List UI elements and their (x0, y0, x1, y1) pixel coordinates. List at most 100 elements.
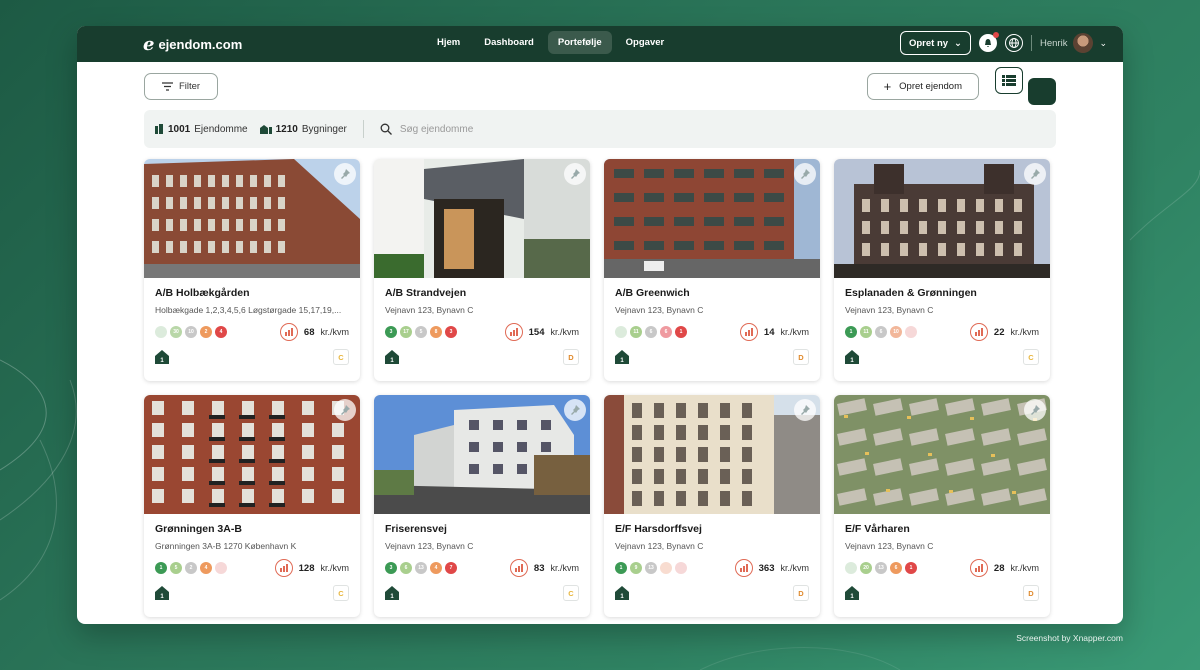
list-view-button[interactable] (995, 67, 1023, 94)
main-nav: Hjem Dashboard Portefølje Opgaver (427, 31, 674, 54)
status-dot: 11 (860, 326, 872, 338)
status-dot: 10 (890, 326, 902, 338)
house-icon: 1 (845, 586, 859, 600)
pin-icon[interactable] (334, 163, 356, 185)
property-card[interactable]: A/B Holbækgården Holbækgade 1,2,3,4,5,6 … (144, 159, 360, 381)
pin-icon[interactable] (564, 163, 586, 185)
house-icon: 1 (385, 586, 399, 600)
bar-chart-icon (969, 559, 988, 577)
property-card[interactable]: A/B Greenwich Vejnavn 123, Bynavn C 11 6 6… (604, 159, 820, 381)
property-title: Esplanaden & Grønningen (845, 287, 977, 299)
status-dot (845, 562, 857, 574)
pin-icon[interactable] (334, 399, 356, 421)
property-title: A/B Strandvejen (385, 287, 467, 299)
avatar (1073, 33, 1094, 53)
create-property-button[interactable]: + Opret ejendom (866, 72, 979, 100)
property-photo (374, 159, 590, 278)
property-address: Vejnavn 123, Bynavn C (385, 305, 474, 315)
globe-icon[interactable] (1005, 34, 1023, 52)
property-card[interactable]: E/F Vårharen Vejnavn 123, Bynavn C 20 13 6… (834, 395, 1050, 617)
energy-grade-badge: D (793, 585, 809, 601)
user-menu[interactable]: Henrik ⌄ (1040, 33, 1107, 53)
property-card[interactable]: Esplanaden & Grønningen Vejnavn 123, Byn… (834, 159, 1050, 381)
pin-icon[interactable] (1024, 399, 1046, 421)
logo-text: ejendom.com (158, 36, 243, 52)
logo[interactable]: e ejendom.com (143, 34, 242, 55)
bar-chart-icon (504, 323, 523, 341)
property-title: Grønningen 3A-B (155, 523, 242, 535)
price-unit: kr./kvm (550, 327, 580, 337)
tab-portefolje[interactable]: Portefølje (547, 31, 612, 54)
energy-grade-badge: D (793, 349, 809, 365)
price-per-sqm: 28 kr./kvm (969, 559, 1039, 577)
property-address: Grønningen 3A-B 1270 København K (155, 541, 297, 551)
bar-chart-icon (734, 559, 753, 577)
search-placeholder: Søg ejendomme (399, 123, 474, 135)
status-dot: 10 (185, 326, 197, 338)
price-per-sqm: 22 kr./kvm (969, 323, 1039, 341)
status-dot: 3 (385, 562, 397, 574)
status-dot: 4 (215, 326, 227, 338)
pin-icon[interactable] (794, 399, 816, 421)
status-dot: 8 (430, 326, 442, 338)
tab-hjem[interactable]: Hjem (427, 31, 470, 54)
card-footer: 1 D (615, 349, 809, 365)
grid-view-button[interactable] (589, 78, 1056, 105)
card-body: E/F Vårharen Vejnavn 123, Bynavn C 20 13 6… (834, 514, 1050, 601)
status-dot: 6 (400, 562, 412, 574)
property-address: Vejnavn 123, Bynavn C (845, 305, 934, 315)
pin-icon[interactable] (564, 399, 586, 421)
status-dots: 1 11 6 10 (845, 326, 917, 338)
property-metrics: 3 17 5 8 3 154 kr./kvm (385, 323, 579, 341)
status-dot: 4 (200, 562, 212, 574)
pin-icon[interactable] (794, 163, 816, 185)
app-window: e ejendom.com Hjem Dashboard Portefølje … (77, 26, 1123, 624)
pin-icon[interactable] (1024, 163, 1046, 185)
bar-chart-icon (279, 323, 298, 341)
property-card[interactable]: Grønningen 3A-B Grønningen 3A-B 1270 Køb… (144, 395, 360, 617)
property-card[interactable]: Friserensvej Vejnavn 123, Bynavn C 3 6 13 4… (374, 395, 590, 617)
bell-icon[interactable] (979, 32, 999, 52)
logo-mark: e (143, 33, 155, 55)
grid-icon (589, 85, 601, 98)
status-dot: 5 (170, 562, 182, 574)
tab-dashboard[interactable]: Dashboard (474, 31, 544, 54)
status-dot: 30 (170, 326, 182, 338)
filter-button[interactable]: Filter (144, 72, 218, 100)
card-body: A/B Greenwich Vejnavn 123, Bynavn C 11 6 6… (604, 278, 820, 365)
price-value: 68 (303, 326, 315, 338)
property-card[interactable]: A/B Strandvejen Vejnavn 123, Bynavn C 31… (374, 159, 590, 381)
status-dot (155, 326, 167, 338)
property-title: E/F Harsdorffsvej (615, 523, 702, 535)
property-photo (604, 159, 820, 278)
status-dot: 3 (385, 326, 397, 338)
property-title: Friserensvej (385, 523, 447, 535)
energy-grade-badge: C (1023, 349, 1039, 365)
search-field[interactable]: Søg ejendomme (380, 123, 473, 135)
bar-chart-icon (509, 559, 528, 577)
status-dots: 3 6 13 4 7 (385, 562, 457, 574)
property-photo (144, 395, 360, 514)
house-icon: 1 (615, 586, 629, 600)
chevron-down-icon: ⌄ (1099, 37, 1107, 48)
notification-dot (993, 32, 999, 38)
price-per-sqm: 68 kr./kvm (279, 323, 349, 341)
house-icon: 1 (615, 350, 629, 364)
property-card[interactable]: E/F Harsdorffsvej Vejnavn 123, Bynavn C … (604, 395, 820, 617)
price-value: 14 (763, 326, 775, 338)
price-per-sqm: 83 kr./kvm (509, 559, 579, 577)
price-per-sqm: 14 kr./kvm (739, 323, 809, 341)
energy-grade-badge: D (1023, 585, 1039, 601)
card-body: Grønningen 3A-B Grønningen 3A-B 1270 Køb… (144, 514, 360, 601)
status-dot (615, 326, 627, 338)
price-value: 83 (533, 562, 545, 574)
property-title: E/F Vårharen (845, 523, 910, 535)
status-dot: 6 (890, 562, 902, 574)
tab-opgaver[interactable]: Opgaver (616, 31, 675, 54)
buildings-label: Bygninger (301, 123, 347, 135)
create-new-button[interactable]: Opret ny ⌄ (899, 31, 971, 55)
status-dot: 13 (645, 562, 657, 574)
card-body: E/F Harsdorffsvej Vejnavn 123, Bynavn C … (604, 514, 820, 601)
property-metrics: 11 6 6 1 14 kr./kvm (615, 323, 809, 341)
card-footer: 1 D (845, 585, 1039, 601)
